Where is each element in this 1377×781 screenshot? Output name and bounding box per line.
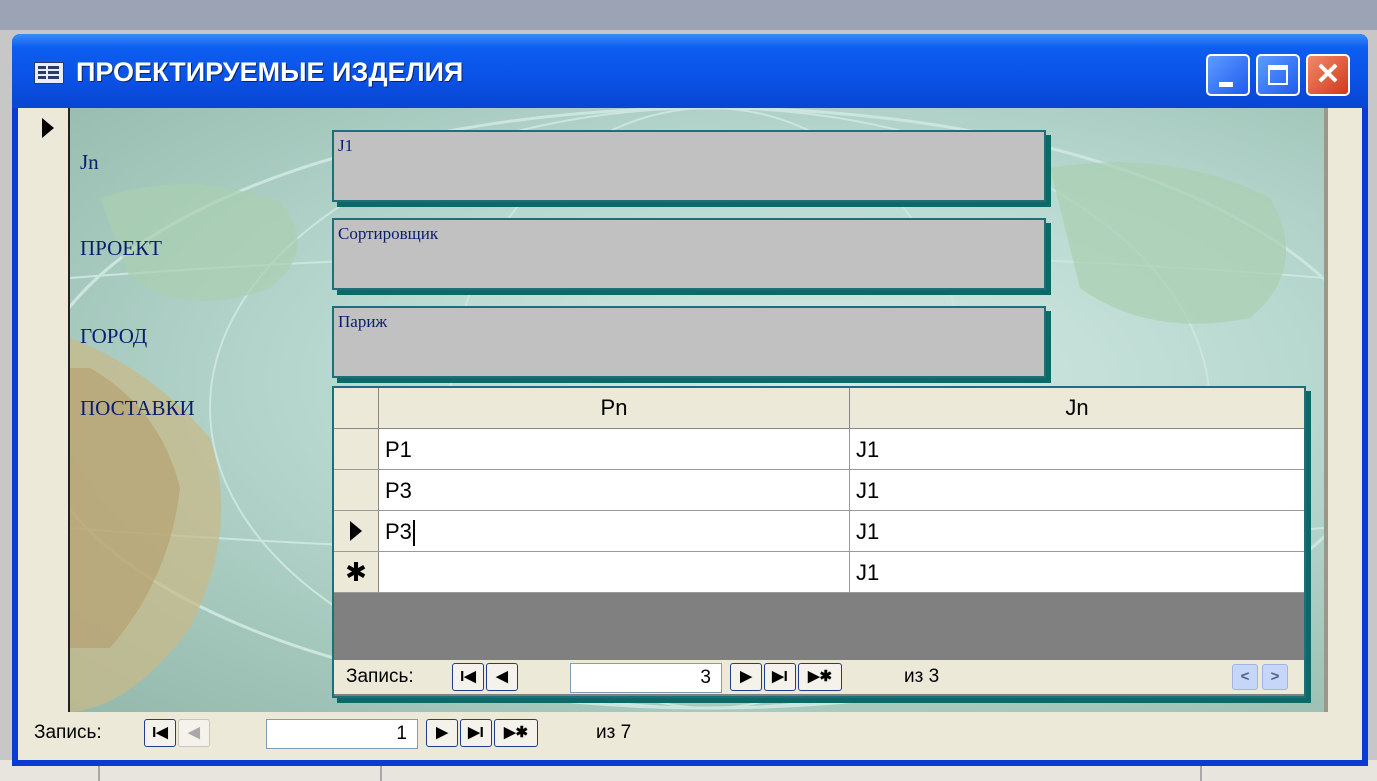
jn-value: J1 — [338, 136, 354, 155]
horizontal-scrollbar[interactable]: < > — [1232, 664, 1290, 690]
form-navigation-bar: Запись: I◀ ◀ 1 ▶ ▶I ▶✱ из 7 — [18, 716, 1362, 750]
cell-pn-text: P3 — [385, 519, 412, 544]
city-value: Париж — [338, 312, 388, 331]
form-detail-section: Jn J1 ПРОЕКТ Сортировщик ГОРОД Париж ПОС… — [70, 108, 1324, 712]
city-field[interactable]: Париж — [332, 306, 1046, 378]
select-all-corner[interactable] — [334, 388, 379, 428]
maximize-icon — [1268, 65, 1288, 85]
close-button[interactable]: ✕ — [1306, 54, 1350, 96]
project-label: ПРОЕКТ — [80, 236, 162, 260]
cell-jn[interactable]: J1 — [850, 429, 1304, 469]
record-count: из 3 — [904, 666, 940, 687]
previous-record-button[interactable]: ◀ — [178, 719, 210, 747]
last-record-button[interactable]: ▶I — [460, 719, 492, 747]
table-row: P1 J1 — [334, 429, 1304, 470]
supplies-subform: Pn Jn P1 J1 P3 J1 P3 J1 ✱ J1 Запись: I◀ … — [332, 386, 1306, 698]
minimize-icon — [1219, 82, 1233, 87]
scroll-right-button[interactable]: > — [1262, 664, 1288, 690]
cell-jn[interactable]: J1 — [850, 511, 1304, 551]
record-selector[interactable] — [18, 108, 70, 712]
form-client-area: Jn J1 ПРОЕКТ Сортировщик ГОРОД Париж ПОС… — [18, 108, 1362, 760]
supplies-label: ПОСТАВКИ — [80, 396, 195, 420]
project-field[interactable]: Сортировщик — [332, 218, 1046, 290]
table-row-new: ✱ J1 — [334, 552, 1304, 593]
form-window: ПРОЕКТИРУЕМЫЕ ИЗДЕЛИЯ ✕ Jn J1 ПРОЕКТ Сор… — [12, 34, 1368, 766]
row-selector[interactable] — [334, 511, 379, 551]
next-record-button[interactable]: ▶ — [426, 719, 458, 747]
record-label: Запись: — [34, 722, 102, 743]
jn-label: Jn — [80, 150, 99, 174]
subform-navigation-bar: Запись: I◀ ◀ 3 ▶ ▶I ▶✱ из 3 < > — [334, 660, 1304, 694]
cell-pn[interactable]: P3 — [379, 470, 850, 510]
first-record-button[interactable]: I◀ — [144, 719, 176, 747]
form-right-margin — [1324, 108, 1362, 712]
row-selector[interactable]: ✱ — [334, 552, 379, 592]
current-record-input[interactable]: 3 — [570, 663, 722, 693]
previous-record-button[interactable]: ◀ — [486, 663, 518, 691]
cell-jn[interactable]: J1 — [850, 552, 1304, 592]
window-title: ПРОЕКТИРУЕМЫЕ ИЗДЕЛИЯ — [76, 57, 464, 87]
current-row-arrow-icon — [350, 521, 362, 541]
cell-pn[interactable] — [379, 552, 850, 592]
new-record-button[interactable]: ▶✱ — [494, 719, 538, 747]
current-record-input[interactable]: 1 — [266, 719, 418, 749]
cell-jn[interactable]: J1 — [850, 470, 1304, 510]
close-icon: ✕ — [1315, 58, 1341, 91]
row-selector[interactable] — [334, 429, 379, 469]
current-record-arrow-icon — [42, 118, 54, 138]
new-record-icon: ✱ — [345, 557, 367, 587]
title-bar[interactable]: ПРОЕКТИРУЕМЫЕ ИЗДЕЛИЯ ✕ — [12, 34, 1368, 108]
last-record-button[interactable]: ▶I — [764, 663, 796, 691]
cell-pn[interactable]: P1 — [379, 429, 850, 469]
record-label: Запись: — [346, 666, 414, 687]
column-header-jn[interactable]: Jn — [850, 388, 1304, 428]
column-header-pn[interactable]: Pn — [379, 388, 850, 428]
maximize-button[interactable] — [1256, 54, 1300, 96]
record-count: из 7 — [596, 722, 632, 743]
desktop-background — [0, 0, 1377, 30]
city-label: ГОРОД — [80, 324, 148, 348]
table-row-current: P3 J1 — [334, 511, 1304, 552]
minimize-button[interactable] — [1206, 54, 1250, 96]
jn-field[interactable]: J1 — [332, 130, 1046, 202]
new-record-button[interactable]: ▶✱ — [798, 663, 842, 691]
form-icon — [34, 62, 64, 84]
next-record-button[interactable]: ▶ — [730, 663, 762, 691]
row-selector[interactable] — [334, 470, 379, 510]
cell-pn-editing[interactable]: P3 — [379, 511, 850, 551]
text-caret — [412, 520, 415, 547]
project-value: Сортировщик — [338, 224, 439, 243]
table-row: P3 J1 — [334, 470, 1304, 511]
first-record-button[interactable]: I◀ — [452, 663, 484, 691]
scroll-left-button[interactable]: < — [1232, 664, 1258, 690]
datasheet-header: Pn Jn — [334, 388, 1304, 429]
